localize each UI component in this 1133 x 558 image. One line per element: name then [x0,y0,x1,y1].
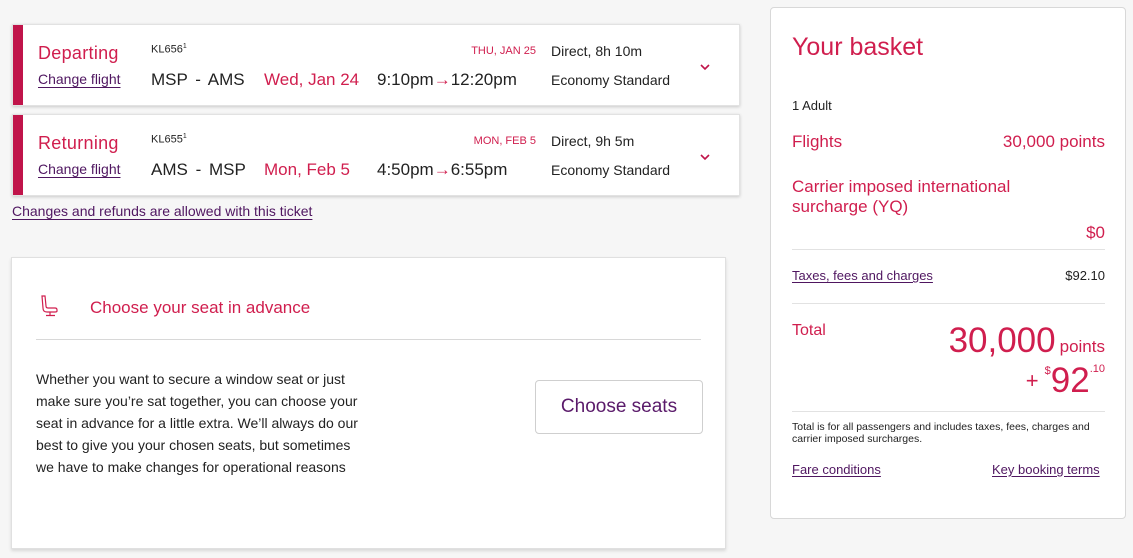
change-flight-link[interactable]: Change flight [38,71,121,87]
basket-title: Your basket [792,33,924,61]
footnote-marker: 1 [182,43,187,50]
flights-value: 30,000 points [1002,132,1105,151]
divider [792,303,1105,304]
total-cash-cents: .10 [1089,363,1105,375]
seat-selection-card: Choose your seat in advance Whether you … [11,257,726,549]
basket-panel: Your basket 1 Adult Flights 30,000 point… [770,7,1126,519]
plus-sign: + [1025,368,1039,393]
flight-duration: Direct, 9h 5m [551,133,635,149]
flight-card-returning: Returning Change flight KL6551 AMS - MSP… [12,114,740,196]
cabin-class: Economy Standard [551,162,671,178]
changes-refunds-link[interactable]: Changes and refunds are allowed with thi… [12,203,312,219]
arrival-date: MON, FEB 5 [473,135,536,147]
chevron-down-icon[interactable] [697,149,713,165]
total-label: Total [792,322,826,339]
flight-direction-label: Returning [38,133,119,153]
flight-times: 9:10pm→12:20pm [377,70,517,90]
destination-airport: AMS [207,70,245,89]
flight-route: AMS - MSP [151,160,246,180]
flight-direction-label: Departing [38,43,119,63]
departure-date: Wed, Jan 24 [264,70,360,89]
accent-bar [13,25,23,105]
cabin-class: Economy Standard [551,72,671,88]
depart-time: 4:50pm [377,160,434,179]
surcharge-value: $0 [1086,223,1105,242]
departure-date: Mon, Feb 5 [264,160,350,179]
total-points-value: 30,000 [948,321,1056,360]
route-separator: - [195,70,201,89]
flight-number-text: KL656 [151,43,183,56]
change-flight-link[interactable]: Change flight [38,161,121,177]
flight-card-departing: Departing Change flight KL6561 MSP - AMS… [12,24,740,106]
choose-seats-button[interactable]: Choose seats [535,380,703,434]
total-points-unit: points [1059,337,1105,356]
divider [792,249,1105,250]
flight-route: MSP - AMS [151,70,245,90]
origin-airport: MSP [151,70,188,89]
total-cash: + $92.10 [1026,361,1105,401]
arrow-right-icon: → [433,160,451,179]
route-separator: - [195,160,202,179]
flight-number-text: KL655 [151,133,183,146]
taxes-fees-link[interactable]: Taxes, fees and charges [792,268,933,283]
booking-review-page: Departing Change flight KL6561 MSP - AMS… [0,0,1133,558]
divider [792,411,1105,412]
divider [36,339,701,340]
flight-number: KL6561 [151,43,187,56]
key-booking-terms-link[interactable]: Key booking terms [992,462,1100,477]
seat-section-description: Whether you want to secure a window seat… [36,371,358,475]
arrive-time: 12:20pm [450,70,517,89]
fare-conditions-link[interactable]: Fare conditions [792,462,881,477]
accent-bar [13,115,23,195]
arrive-time: 6:55pm [450,160,508,179]
flights-label: Flights [792,132,843,151]
total-note: Total is for all passengers and includes… [792,421,1090,445]
seat-icon [41,295,58,317]
flight-duration: Direct, 8h 10m [551,43,643,59]
flight-times: 4:50pm→6:55pm [377,160,507,180]
taxes-fees-value: $92.10 [1065,268,1105,283]
flight-number: KL6551 [151,133,187,146]
passenger-count: 1 Adult [792,98,832,113]
chevron-down-icon[interactable] [697,59,713,75]
seat-section-title: Choose your seat in advance [90,298,311,317]
depart-time: 9:10pm [377,70,434,89]
footnote-marker: 1 [182,133,187,140]
arrival-date: THU, JAN 25 [471,45,536,57]
total-cash-whole: 92 [1050,361,1090,400]
total-points: 30,000 points [949,321,1105,361]
destination-airport: MSP [208,160,246,179]
arrow-right-icon: → [433,70,451,89]
surcharge-label: Carrier imposed international surcharge … [792,177,1011,216]
origin-airport: AMS [151,160,188,179]
